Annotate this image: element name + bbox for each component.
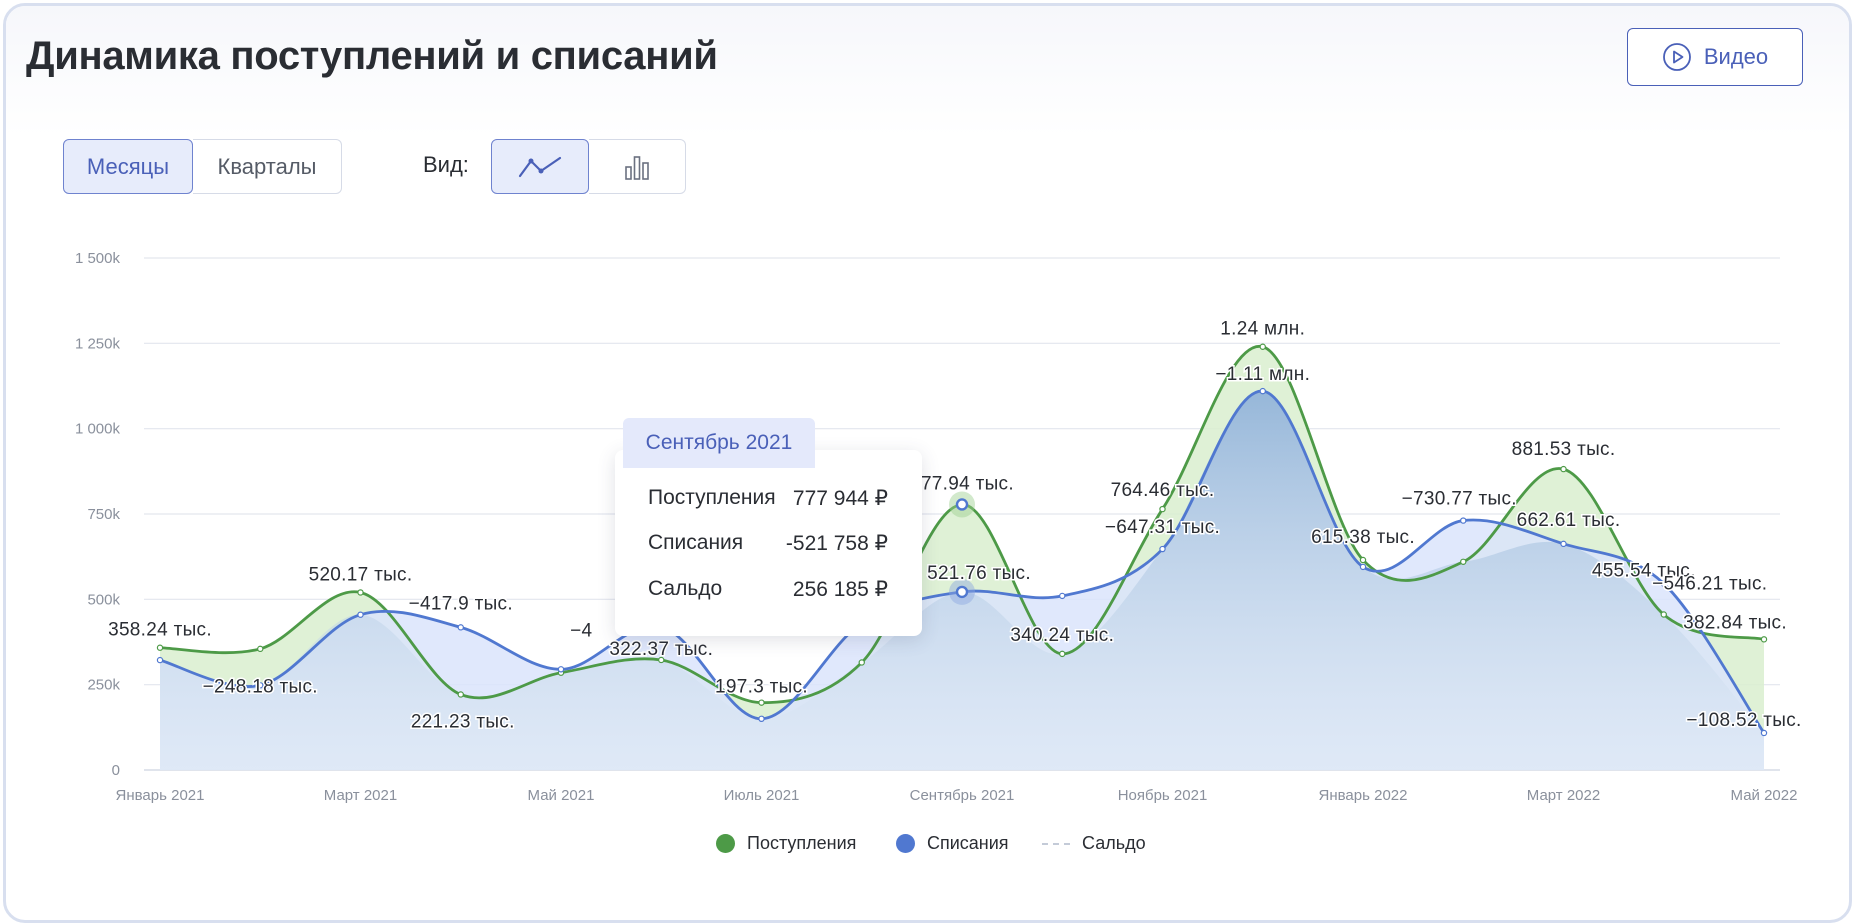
income-point <box>858 659 865 666</box>
tooltip-expense-value: -521 758 ₽ <box>785 532 888 555</box>
expense-point <box>758 715 765 723</box>
income-value-label: 382.84 тыс. <box>1683 612 1787 633</box>
income-value-label: 777.94 тыс. <box>910 473 1014 494</box>
expense-point <box>1359 563 1367 571</box>
income-point <box>758 699 765 706</box>
income-value-label: 1.24 млн. <box>1220 319 1305 340</box>
legend-income-label: Поступления <box>747 833 857 853</box>
expense-value-label: −417.9 тыс. <box>409 593 513 614</box>
y-tick-label: 0 <box>112 762 120 779</box>
expense-point <box>1259 387 1266 395</box>
income-point <box>257 645 264 653</box>
balance-dash-icon <box>1042 842 1070 845</box>
expense-value-label: 521.76 тыс. <box>927 563 1031 584</box>
chart-area: 0 250k 500k 750k 1 000k 1 250k 1 500k 358.24 ты… <box>75 250 1803 804</box>
tooltip-income-label: Поступления <box>648 486 776 509</box>
income-point <box>1660 611 1667 618</box>
y-tick-label: 750k <box>87 506 120 523</box>
legend-balance[interactable]: Сальдо <box>1042 833 1146 854</box>
x-tick-label: Ноябрь 2021 <box>1118 787 1208 804</box>
tooltip-income-value: 777 944 ₽ <box>792 487 888 510</box>
tooltip-row-balance: Сальдо 256 185 ₽ <box>648 577 888 602</box>
expense-value-label: −730.77 тыс. <box>1402 489 1517 510</box>
legend-income[interactable]: Поступления <box>716 833 856 854</box>
x-tick-label: Март 2021 <box>324 787 397 804</box>
expense-point <box>156 656 164 664</box>
income-point <box>1560 465 1567 473</box>
legend-balance-label: Сальдо <box>1082 833 1146 853</box>
x-tick-label: Май 2021 <box>528 787 595 804</box>
income-value-label: 520.17 тыс. <box>309 564 413 585</box>
x-tick-label: Май 2022 <box>1731 787 1798 804</box>
y-tick-label: 1 500k <box>75 250 121 267</box>
income-value-label: 322.37 тыс. <box>609 639 713 660</box>
expense-point <box>457 624 464 631</box>
income-value-label: 358.24 тыс. <box>108 620 212 641</box>
y-tick-label: 1 250k <box>75 335 121 352</box>
income-point <box>1159 505 1166 513</box>
income-value-label: 764.46 тыс. <box>1111 480 1215 501</box>
x-tick-label: Январь 2021 <box>116 787 205 804</box>
expense-point <box>357 611 364 618</box>
income-point <box>1359 556 1367 564</box>
y-tick-label: 1 000k <box>75 421 121 438</box>
income-point <box>1760 636 1768 643</box>
y-tick-label: 250k <box>87 677 120 694</box>
expense-point <box>1560 540 1567 548</box>
expense-point <box>1460 517 1467 524</box>
income-point <box>1460 558 1467 565</box>
expense-value-label: 662.61 тыс. <box>1517 510 1621 531</box>
expense-point <box>1159 545 1166 553</box>
expense-value-label: −248.18 тыс. <box>203 676 318 697</box>
tooltip-balance-label: Сальдо <box>648 577 723 600</box>
legend-expense-label: Списания <box>927 833 1009 853</box>
tooltip-row-expense: Списания -521 758 ₽ <box>648 531 888 556</box>
expense-point <box>557 666 565 673</box>
income-point <box>156 644 164 651</box>
legend-expense[interactable]: Списания <box>896 833 1009 854</box>
tooltip-balance-value: 256 185 ₽ <box>792 578 888 601</box>
income-point <box>357 589 364 596</box>
income-point <box>457 691 464 698</box>
expense-point <box>1059 592 1066 600</box>
income-value-label: 615.38 тыс. <box>1311 527 1415 548</box>
income-dot-icon <box>716 834 735 853</box>
x-tick-label: Январь 2022 <box>1319 787 1408 804</box>
expense-highlight-point <box>955 585 969 599</box>
expense-value-label: −4 <box>570 621 592 642</box>
expense-value-label: −1.11 млн. <box>1215 364 1310 385</box>
expense-value-label: −546.21 тыс. <box>1652 574 1767 595</box>
income-value-label: 197.3 тыс. <box>715 677 808 698</box>
tooltip-expense-label: Списания <box>648 531 744 554</box>
expense-value-label: −108.52 тыс. <box>1686 710 1801 731</box>
income-point <box>1059 650 1066 658</box>
expense-value-label: −647.31 тыс. <box>1105 517 1220 538</box>
income-value-label: 340.24 тыс. <box>1010 625 1114 646</box>
x-tick-label: Март 2022 <box>1527 787 1600 804</box>
income-point <box>1259 343 1266 350</box>
y-tick-label: 500k <box>87 591 120 608</box>
income-value-label: 881.53 тыс. <box>1512 439 1616 460</box>
expense-point <box>1760 729 1768 737</box>
expense-dot-icon <box>896 834 915 853</box>
income-value-label: 221.23 тыс. <box>411 711 515 732</box>
tooltip-title: Сентябрь 2021 <box>623 418 815 468</box>
tooltip-row-income: Поступления 777 944 ₽ <box>648 486 888 511</box>
income-highlight-point <box>955 498 969 511</box>
x-tick-label: Июль 2021 <box>724 787 800 804</box>
x-tick-label: Сентябрь 2021 <box>910 787 1015 804</box>
